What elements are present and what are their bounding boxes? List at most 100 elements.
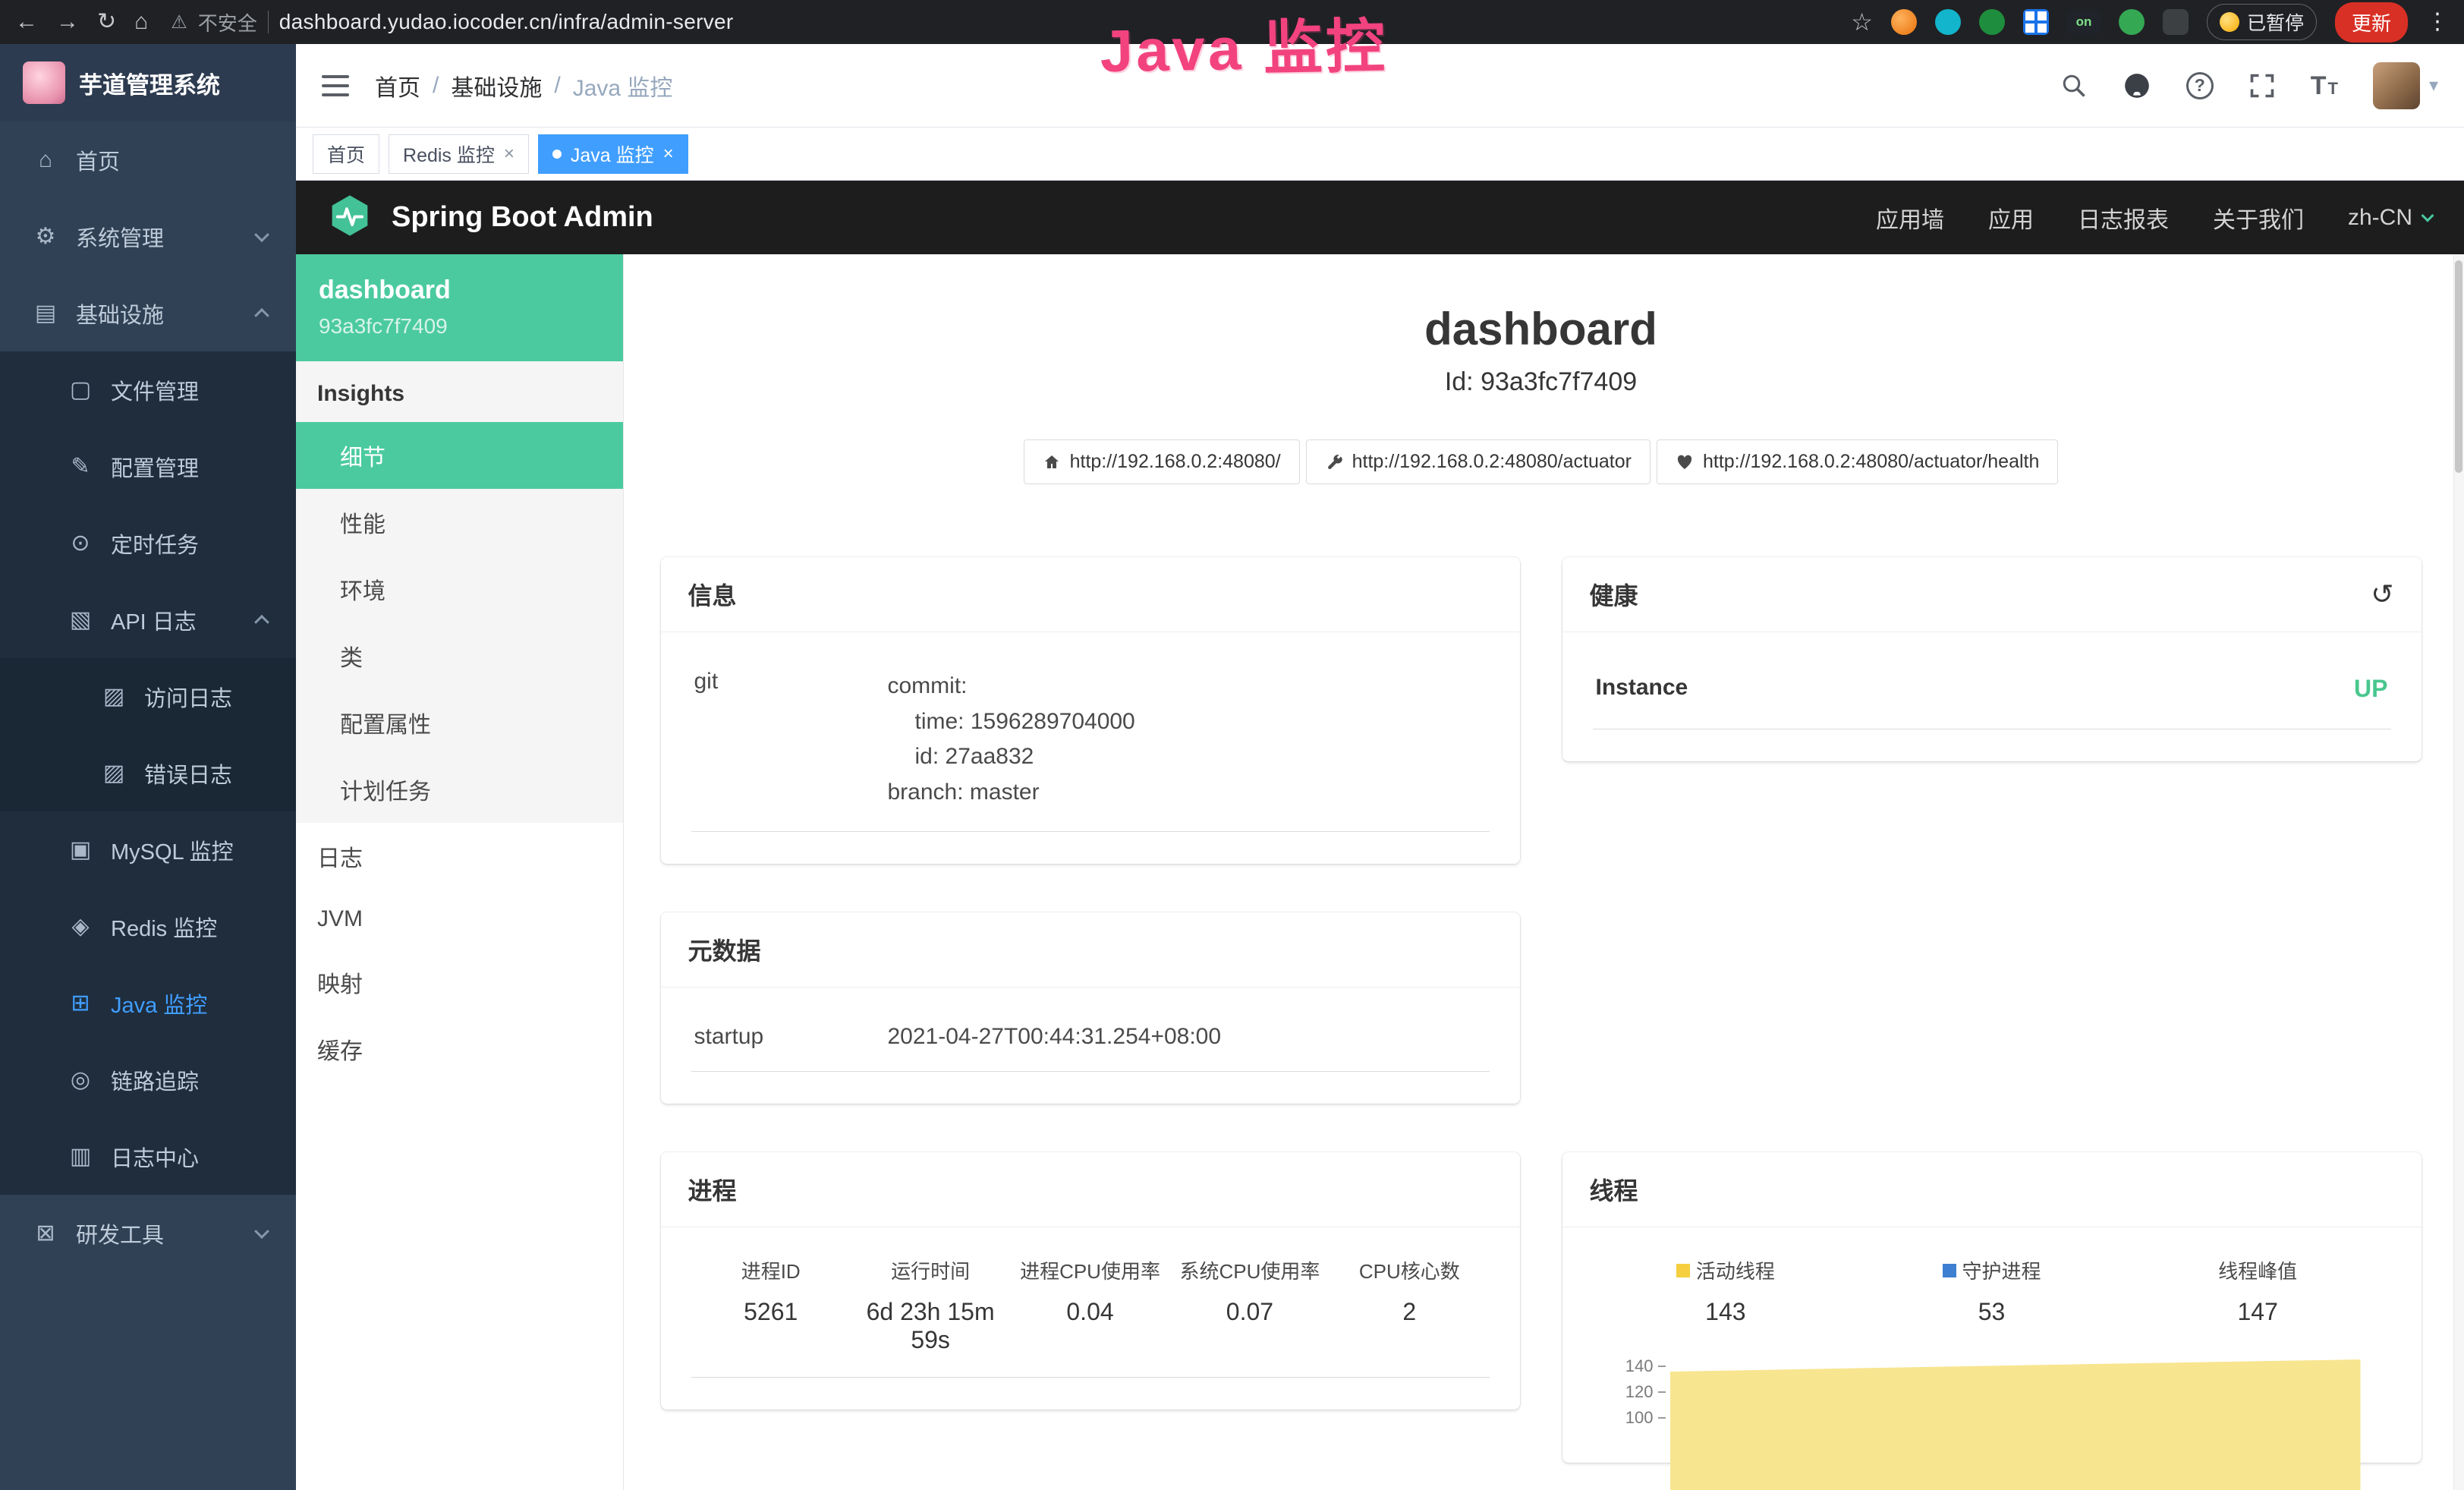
sidebar-item-tracing[interactable]: ◎ 链路追踪	[0, 1041, 296, 1118]
bookmark-star-icon[interactable]: ☆	[1851, 10, 1873, 34]
sidebar-item-scheduled-jobs[interactable]: ⊙ 定时任务	[0, 505, 296, 581]
sba-content: dashboard Id: 93a3fc7f7409 http://192.16…	[624, 254, 2464, 1490]
legend-peak-threads: 线程峰值 147	[2125, 1256, 2391, 1326]
sba-item-details[interactable]: 细节	[296, 422, 623, 489]
sba-item-classes[interactable]: 类	[296, 622, 623, 689]
update-button[interactable]: 更新	[2335, 2, 2408, 43]
card-metadata-header: 元数据	[661, 912, 1520, 988]
address-bar[interactable]: ⚠ 不安全 dashboard.yudao.iocoder.cn/infra/a…	[171, 8, 733, 36]
instance-header[interactable]: dashboard 93a3fc7f7409	[296, 254, 623, 361]
health-url-link[interactable]: http://192.168.0.2:48080/actuator/health	[1657, 439, 2058, 484]
search-icon[interactable]	[2060, 72, 2088, 99]
nav-journal[interactable]: 日志报表	[2078, 201, 2169, 235]
user-menu[interactable]: ▾	[2373, 62, 2438, 109]
sidebar-item-access-logs[interactable]: ▨ 访问日志	[0, 658, 296, 735]
sba-item-mappings[interactable]: 映射	[296, 949, 623, 1016]
extension-icon-on[interactable]: on	[2067, 9, 2101, 35]
tag-redis-monitor[interactable]: Redis 监控 ×	[389, 134, 529, 174]
health-row-instance: Instance UP	[1593, 655, 2391, 729]
sba-item-jvm[interactable]: JVM	[296, 890, 623, 949]
instance-id: 93a3fc7f7409	[319, 314, 600, 339]
app-title: 芋道管理系统	[79, 66, 220, 100]
app-logo-row[interactable]: 芋道管理系统	[0, 44, 296, 121]
sidebar-item-redis-monitor[interactable]: ◈ Redis 监控	[0, 888, 296, 965]
legend-live-threads: 活动线程 143	[1593, 1256, 1859, 1326]
scrollbar[interactable]	[2453, 254, 2464, 1490]
tag-home[interactable]: 首页	[313, 134, 379, 174]
sidebar-item-system-management[interactable]: ⚙ 系统管理	[0, 198, 296, 275]
sidebar-item-home[interactable]: ⌂ 首页	[0, 121, 296, 198]
health-status-badge: UP	[2354, 675, 2387, 703]
sidebar-item-log-center[interactable]: ▥ 日志中心	[0, 1118, 296, 1195]
heartbeat-icon	[1676, 453, 1694, 471]
header-actions: ? TT ▾	[2060, 62, 2438, 109]
breadcrumb-infrastructure[interactable]: 基础设施	[451, 69, 542, 102]
gear-icon: ⚙	[32, 223, 59, 250]
extension-icon-4[interactable]	[2023, 9, 2049, 35]
card-metadata: 元数据 startup 2021-04-27T00:44:31.254+08:0…	[661, 912, 1520, 1104]
help-icon[interactable]: ?	[2186, 72, 2214, 99]
tag-close-icon[interactable]: ×	[663, 143, 674, 165]
reload-icon[interactable]: ↻	[97, 11, 116, 33]
forward-icon[interactable]: →	[56, 11, 79, 33]
info-row-git: git commit: time: 1596289704000 id: 27aa…	[691, 655, 1490, 832]
hamburger-icon[interactable]	[322, 75, 349, 96]
sba-item-environment[interactable]: 环境	[296, 556, 623, 622]
card-health: 健康 ↺ Instance UP	[1562, 557, 2422, 761]
security-warning-icon: ⚠	[171, 11, 187, 33]
sba-navbar: Spring Boot Admin 应用墙 应用 日志报表 关于我们 zh-CN	[296, 181, 2464, 254]
sidebar-item-dev-tools[interactable]: ⊠ 研发工具	[0, 1195, 296, 1271]
sidebar-item-config-management[interactable]: ✎ 配置管理	[0, 428, 296, 505]
nav-application-wall[interactable]: 应用墙	[1876, 201, 1944, 235]
stat-system-cpu: 系统CPU使用率 0.07	[1170, 1256, 1330, 1354]
locale-selector[interactable]: zh-CN	[2348, 205, 2432, 231]
app-window: 芋道管理系统 ⌂ 首页 ⚙ 系统管理 ▤ 基础设施 ▢	[0, 44, 2464, 1490]
sidebar-item-java-monitor[interactable]: ⊞ Java 监控	[0, 965, 296, 1041]
timer-icon: ⊙	[67, 530, 94, 556]
sba-item-metrics[interactable]: 性能	[296, 489, 623, 556]
nav-applications[interactable]: 应用	[1988, 201, 2034, 235]
home-icon: ⌂	[32, 147, 59, 173]
breadcrumb-separator: /	[554, 73, 560, 99]
extension-icon-2[interactable]	[1935, 9, 1961, 35]
threads-chart: 140 120 100	[1593, 1353, 2391, 1431]
mysql-icon: ▣	[67, 836, 94, 863]
sidebar-item-api-logs[interactable]: ▧ API 日志	[0, 581, 296, 658]
breadcrumb-home[interactable]: 首页	[375, 69, 420, 102]
sidebar-item-infrastructure[interactable]: ▤ 基础设施	[0, 275, 296, 351]
actuator-url-link[interactable]: http://192.168.0.2:48080/actuator	[1306, 439, 1651, 484]
chevron-up-icon	[254, 614, 269, 629]
github-icon[interactable]	[2123, 71, 2151, 100]
font-size-icon[interactable]: TT	[2311, 73, 2338, 99]
history-icon[interactable]: ↺	[2371, 578, 2393, 610]
sba-brand[interactable]: Spring Boot Admin	[392, 201, 653, 234]
sidebar-item-mysql-monitor[interactable]: ▣ MySQL 监控	[0, 811, 296, 888]
back-icon[interactable]: ←	[15, 11, 38, 33]
tag-java-monitor[interactable]: Java 监控 ×	[538, 134, 688, 174]
nav-about[interactable]: 关于我们	[2213, 201, 2304, 235]
extension-icon-1[interactable]	[1891, 9, 1917, 35]
profile-paused-badge[interactable]: 已暂停	[2207, 4, 2317, 40]
sba-item-logs[interactable]: 日志	[296, 823, 623, 890]
tag-close-icon[interactable]: ×	[504, 143, 515, 165]
sba-item-config-props[interactable]: 配置属性	[296, 689, 623, 756]
redis-icon: ◈	[67, 913, 94, 940]
sba-item-scheduled-tasks[interactable]: 计划任务	[296, 756, 623, 823]
extension-icon-3[interactable]	[1979, 9, 2005, 35]
service-url-link[interactable]: http://192.168.0.2:48080/	[1024, 439, 1300, 484]
extension-icon-5[interactable]	[2119, 9, 2145, 35]
sba-item-caches[interactable]: 缓存	[296, 1016, 623, 1082]
sba-nav-links: 应用墙 应用 日志报表 关于我们 zh-CN	[1876, 201, 2432, 235]
browser-home-icon[interactable]: ⌂	[134, 11, 148, 33]
sidebar-item-file-management[interactable]: ▢ 文件管理	[0, 351, 296, 428]
fullscreen-icon[interactable]	[2248, 72, 2276, 99]
browser-menu-icon[interactable]: ⋮	[2426, 11, 2449, 33]
sidebar-group-insights: Insights	[296, 361, 623, 422]
sidebar-item-error-logs[interactable]: ▨ 错误日志	[0, 735, 296, 811]
scrollbar-thumb[interactable]	[2455, 260, 2462, 473]
paused-label: 已暂停	[2247, 8, 2304, 36]
extensions-puzzle-icon[interactable]	[2163, 9, 2189, 35]
breadcrumb-separator: /	[433, 73, 439, 99]
spring-boot-admin-logo[interactable]	[328, 194, 372, 241]
card-info: 信息 git commit: time: 1596289704000 id: 2	[661, 557, 1520, 864]
